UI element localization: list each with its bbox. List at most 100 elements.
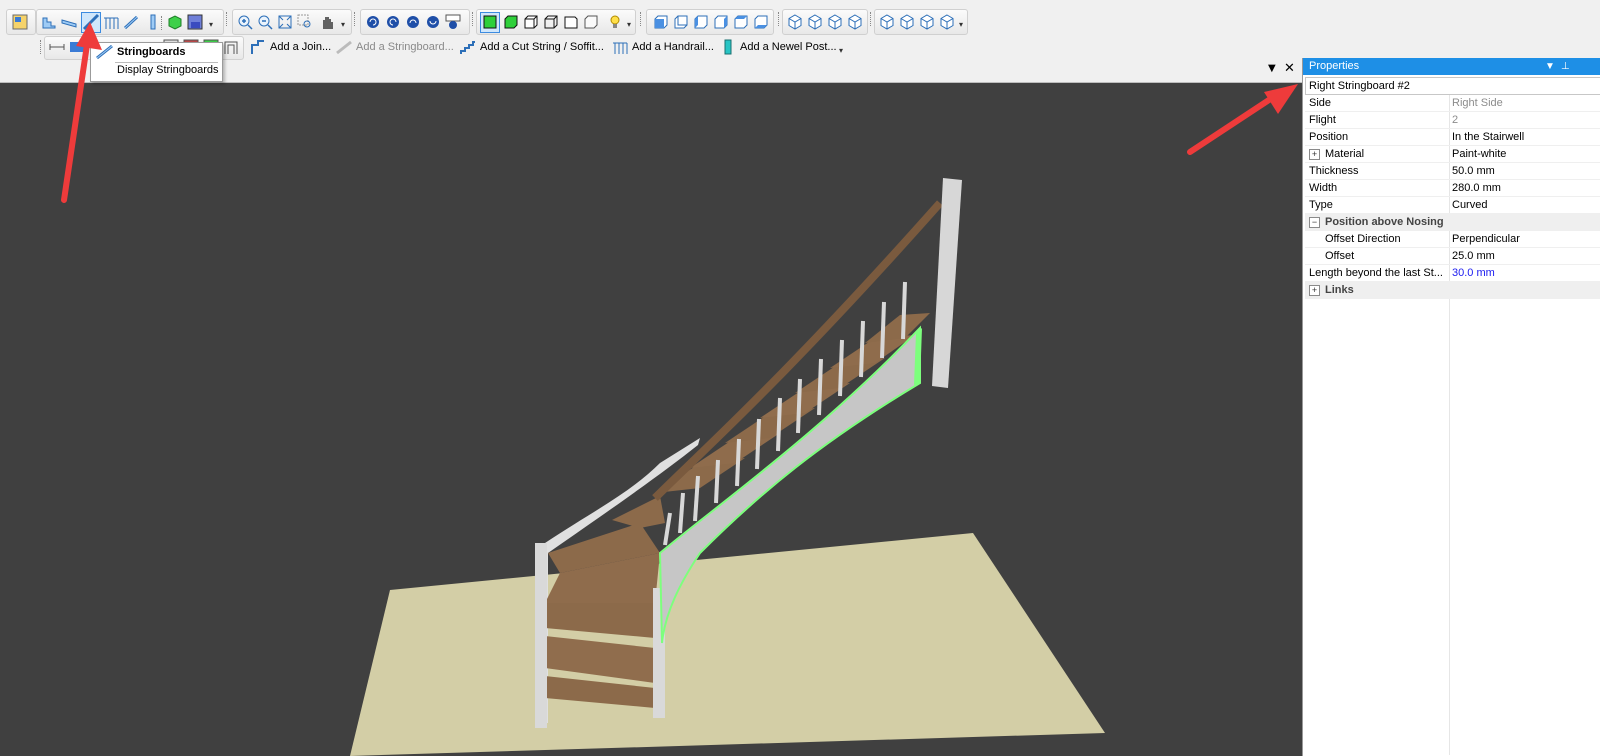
3d-viewport[interactable] — [0, 83, 1302, 756]
right-view-icon[interactable] — [713, 14, 729, 30]
selected-object-label: Right Stringboard #2 — [1309, 80, 1410, 92]
toolbar-group-views — [646, 9, 774, 35]
stair-3d-model[interactable] — [0, 83, 1302, 756]
hidden-line-icon[interactable] — [523, 14, 539, 30]
properties-icon[interactable] — [12, 14, 28, 30]
outline-view-icon[interactable] — [563, 14, 579, 30]
property-row-position[interactable]: Position In the Stairwell — [1305, 129, 1600, 146]
property-category-links[interactable]: + Links — [1305, 282, 1600, 299]
property-row-offset-direction[interactable]: Offset Direction Perpendicular — [1305, 231, 1600, 248]
toolbar-overflow-icon[interactable]: ▾ — [627, 20, 634, 30]
property-row-width[interactable]: Width 280.0 mm — [1305, 180, 1600, 197]
properties-title-bar: Properties ▼ ⊥ — [1303, 58, 1600, 75]
property-value[interactable]: Curved — [1452, 197, 1600, 213]
property-value[interactable]: 280.0 mm — [1452, 180, 1600, 196]
zoom-window-icon[interactable] — [297, 14, 313, 30]
annotation-arrow-toolbar — [61, 22, 102, 203]
toolbar-group-rotate — [360, 9, 470, 35]
handrail-icon — [613, 42, 628, 54]
iso-view-8-icon[interactable] — [939, 14, 955, 30]
collapse-icon[interactable]: − — [1309, 217, 1320, 228]
front-view-icon[interactable] — [653, 14, 669, 30]
shaded-view-icon[interactable] — [480, 12, 500, 33]
add-handrail-button[interactable]: Add a Handrail... — [612, 38, 714, 56]
left-view-icon[interactable] — [693, 14, 709, 30]
close-document-icon[interactable]: ✕ — [1284, 61, 1295, 76]
property-row-material[interactable]: + Material Paint-white — [1305, 146, 1600, 163]
add-stringboard-label: Add a Stringboard... — [356, 41, 454, 53]
property-row-offset[interactable]: Offset 25.0 mm — [1305, 248, 1600, 265]
property-key: Position — [1309, 131, 1349, 143]
rotate-up-icon[interactable] — [405, 14, 421, 30]
property-value[interactable]: 30.0 mm — [1452, 265, 1600, 281]
newel-icon[interactable] — [145, 14, 161, 30]
dimensions-icon[interactable] — [187, 14, 203, 30]
object-selector[interactable]: Right Stringboard #2 — [1305, 77, 1600, 95]
zoom-out-icon[interactable] — [257, 14, 273, 30]
expand-icon[interactable]: + — [1309, 149, 1320, 160]
frame-icon[interactable] — [223, 39, 239, 55]
property-row-length-beyond[interactable]: Length beyond the last St... 30.0 mm — [1305, 265, 1600, 282]
transparent-view-icon[interactable] — [583, 14, 599, 30]
category-label: Links — [1325, 284, 1354, 296]
iso-view-5-icon[interactable] — [879, 14, 895, 30]
add-newel-label: Add a Newel Post... — [740, 41, 837, 53]
handrail-icon[interactable] — [123, 14, 139, 30]
toolbar-overflow-icon[interactable]: ▾ — [959, 20, 966, 30]
property-key: Type — [1309, 199, 1333, 211]
property-row-thickness[interactable]: Thickness 50.0 mm — [1305, 163, 1600, 180]
property-row-side[interactable]: Side Right Side — [1305, 95, 1600, 112]
property-key: Side — [1309, 97, 1332, 109]
add-newel-button[interactable]: Add a Newel Post... — [720, 38, 837, 56]
property-key: Thickness — [1309, 165, 1359, 177]
property-value[interactable]: 25.0 mm — [1452, 248, 1600, 264]
add-cut-string-button[interactable]: Add a Cut String / Soffit... — [460, 38, 604, 56]
auto-rotate-icon[interactable] — [445, 14, 461, 30]
property-value[interactable]: Perpendicular — [1452, 231, 1600, 247]
main-toolbar: ▾ ▾ ▾ ▾ — [0, 6, 1310, 36]
iso-view-7-icon[interactable] — [919, 14, 935, 30]
light-bulb-icon[interactable] — [607, 14, 623, 30]
property-value[interactable]: Paint-white — [1452, 146, 1600, 162]
top-view-icon[interactable] — [733, 14, 749, 30]
back-view-icon[interactable] — [673, 14, 689, 30]
iso-view-4-icon[interactable] — [847, 14, 863, 30]
property-row-type[interactable]: Type Curved — [1305, 197, 1600, 214]
rotate-right-icon[interactable] — [385, 14, 401, 30]
property-grid: Side Right Side Flight 2 Position In the St… — [1305, 95, 1600, 299]
display-stringboards-menu-item[interactable]: Display Stringboards — [117, 64, 219, 76]
iso-view-2-icon[interactable] — [807, 14, 823, 30]
zoom-extents-icon[interactable] — [277, 14, 293, 30]
property-value: Right Side — [1452, 97, 1503, 109]
iso-view-3-icon[interactable] — [827, 14, 843, 30]
toolbar-group-view: ▾ — [232, 9, 352, 35]
property-value[interactable]: In the Stairwell — [1452, 129, 1600, 145]
wireframe-icon[interactable] — [543, 14, 559, 30]
bottom-view-icon[interactable] — [753, 14, 769, 30]
toolbar-overflow-icon[interactable]: ▾ — [341, 20, 348, 30]
properties-panel: Properties ▼ ⊥ Right Stringboard #2 Side… — [1302, 58, 1600, 756]
add-join-button[interactable]: Add a Join... — [250, 38, 331, 56]
add-stringboard-button[interactable]: Add a Stringboard... — [336, 38, 454, 56]
expand-icon[interactable]: + — [1309, 285, 1320, 296]
pan-hand-icon[interactable] — [319, 14, 335, 30]
property-value: 2 — [1452, 114, 1459, 126]
property-key: Material — [1325, 148, 1365, 160]
3d-model-icon[interactable] — [167, 14, 183, 30]
iso-view-1-icon[interactable] — [787, 14, 803, 30]
property-value[interactable]: 50.0 mm — [1452, 163, 1600, 179]
toolbar-overflow-icon[interactable]: ▾ — [839, 46, 846, 56]
property-category-position-above-nosing[interactable]: − Position above Nosing — [1305, 214, 1600, 231]
pin-icon[interactable]: ⊥ — [1561, 58, 1570, 75]
shaded-edges-icon[interactable] — [503, 14, 519, 30]
newel-post-icon — [724, 39, 732, 55]
property-key: Flight — [1309, 114, 1336, 126]
tab-list-icon[interactable]: ▼ — [1268, 63, 1276, 74]
panel-menu-icon[interactable]: ▼ — [1545, 58, 1555, 75]
iso-view-6-icon[interactable] — [899, 14, 915, 30]
zoom-in-icon[interactable] — [237, 14, 253, 30]
toolbar-overflow-icon[interactable]: ▾ — [209, 20, 216, 30]
rotate-left-icon[interactable] — [365, 14, 381, 30]
rotate-down-icon[interactable] — [425, 14, 441, 30]
property-row-flight[interactable]: Flight 2 — [1305, 112, 1600, 129]
